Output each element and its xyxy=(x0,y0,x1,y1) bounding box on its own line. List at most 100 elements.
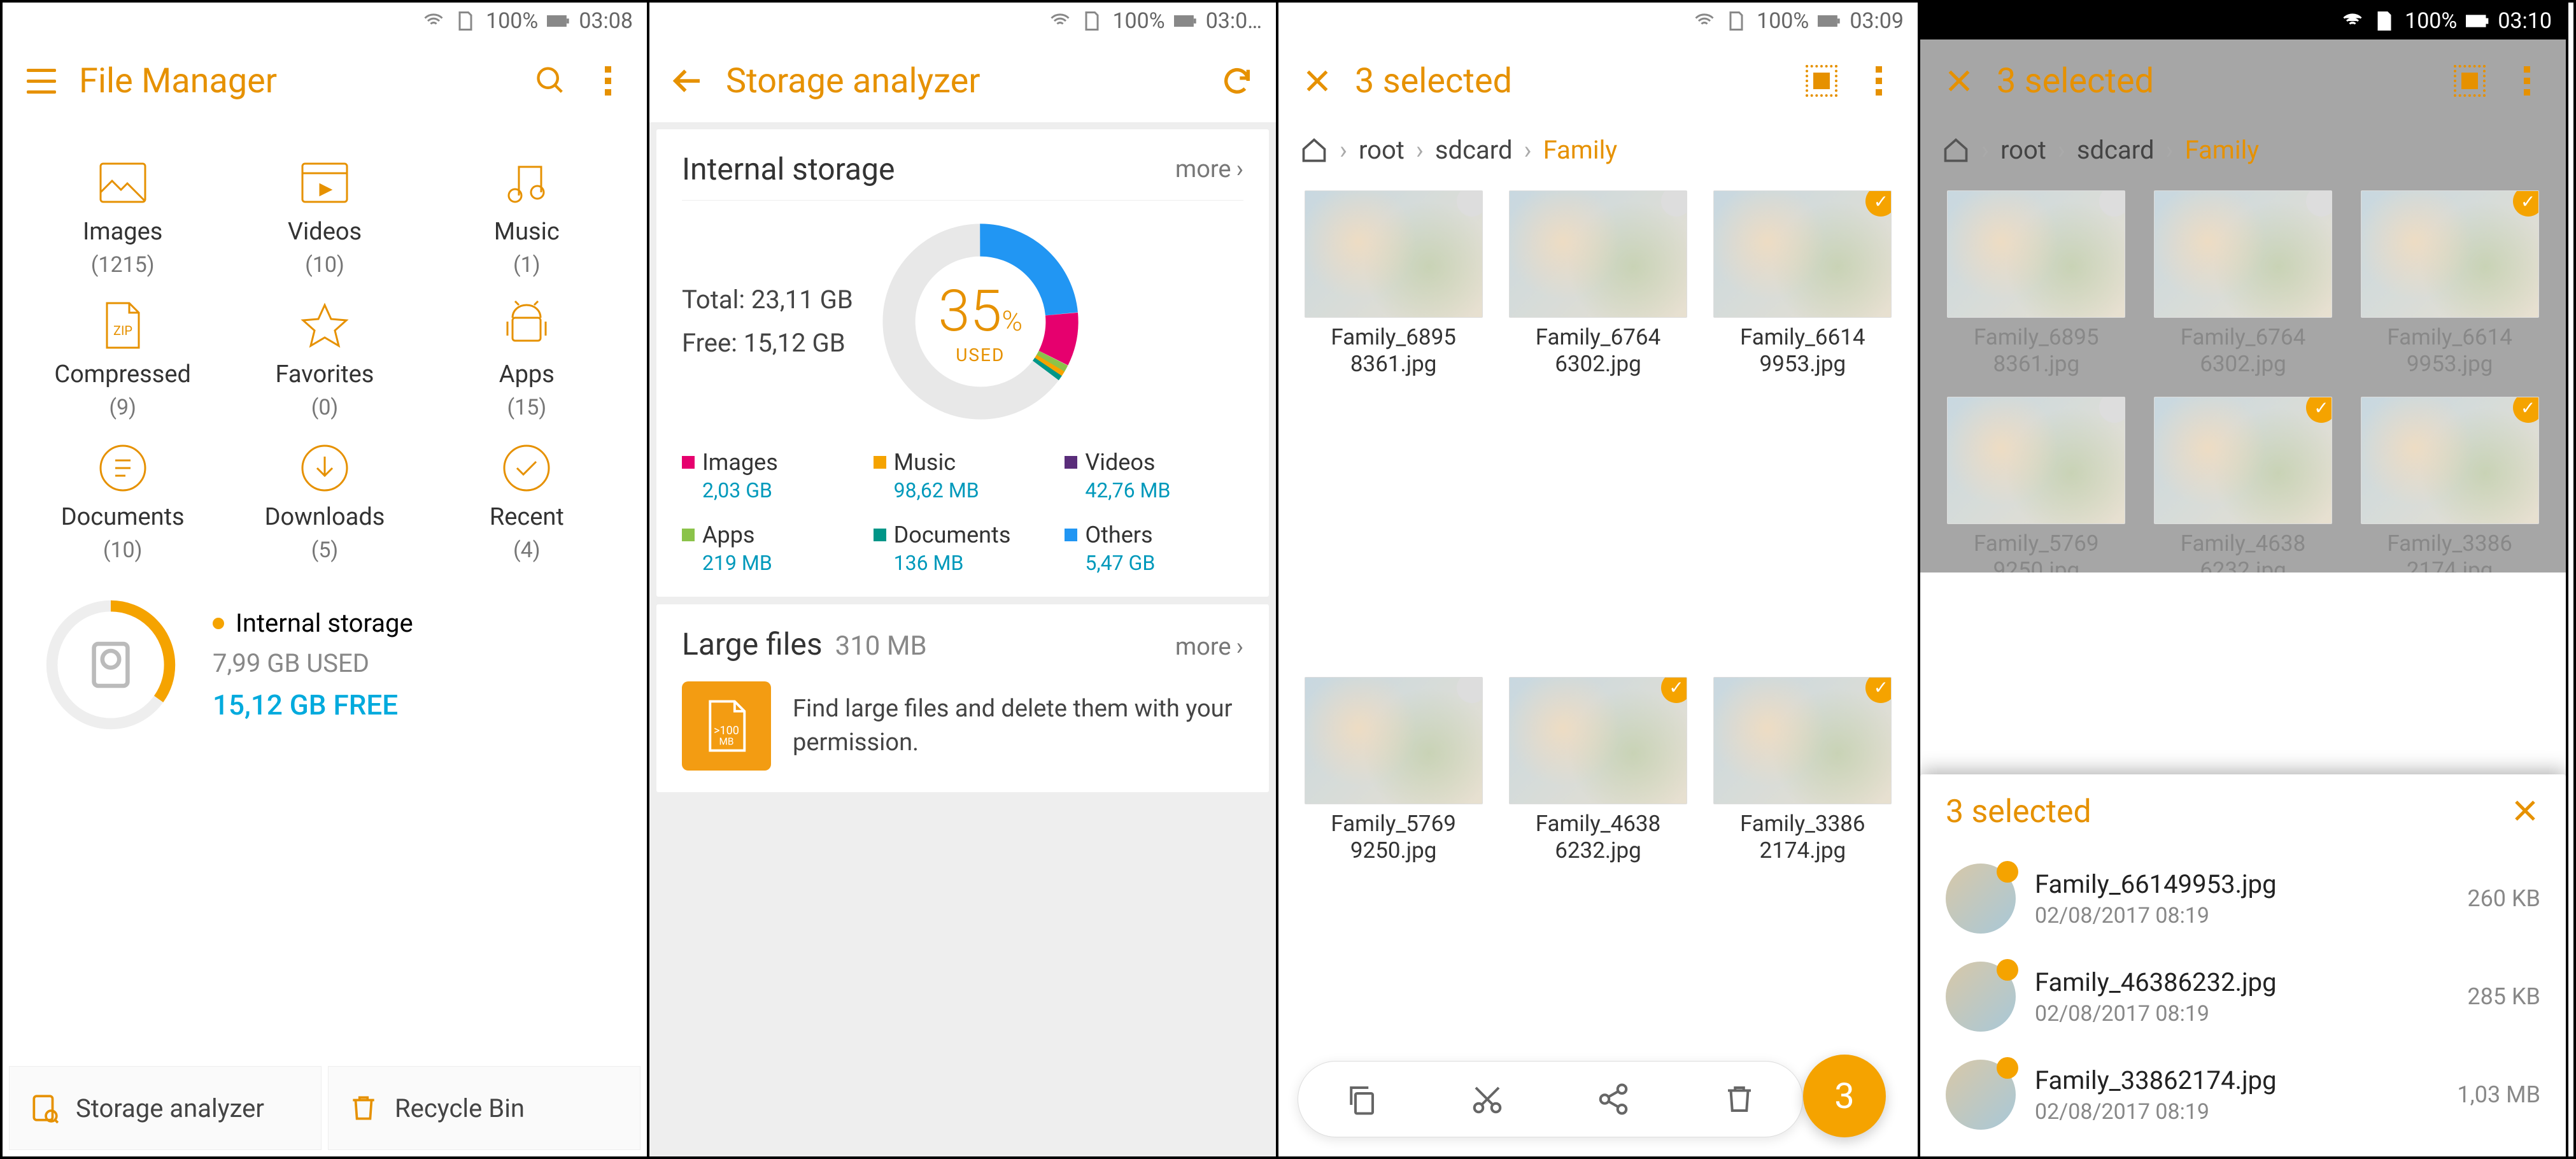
thumbnail-item[interactable]: Family_6764 6302.jpg xyxy=(1502,190,1694,658)
screen-storage-analyzer: 100% 03:0… Storage analyzer Internal sto… xyxy=(649,3,1278,1156)
more-link[interactable]: more› xyxy=(1175,633,1243,661)
refresh-button[interactable] xyxy=(1217,61,1257,101)
thumbnail-image xyxy=(1947,397,2125,524)
category-music[interactable]: Music (1) xyxy=(426,154,628,278)
close-button[interactable] xyxy=(1298,61,1337,101)
screen-file-manager-home: 100% 03:08 File Manager Images (1215) Vi… xyxy=(3,3,649,1156)
selection-check-icon[interactable] xyxy=(2513,397,2539,423)
vertical-dots-icon xyxy=(1876,66,1882,96)
selection-check-icon[interactable] xyxy=(1661,190,1687,217)
share-button[interactable] xyxy=(1594,1080,1632,1118)
selection-check-icon[interactable] xyxy=(2099,190,2125,217)
sheet-item[interactable]: Family_33862174.jpg 02/08/2017 08:19 1,0… xyxy=(1946,1046,2540,1144)
card-internal-storage: Internal storage more› Total: 23,11 GB F… xyxy=(656,129,1270,597)
overflow-button[interactable] xyxy=(2507,61,2547,101)
thumbnail-item[interactable]: Family_4638 6232.jpg xyxy=(2146,397,2340,572)
sheet-filename: Family_46386232.jpg xyxy=(2035,967,2448,997)
close-button[interactable] xyxy=(1939,61,1979,101)
card-large-files[interactable]: Large files310 MB more› >100MB Find larg… xyxy=(656,604,1270,793)
category-recent[interactable]: Recent (4) xyxy=(426,439,628,563)
search-button[interactable] xyxy=(531,61,570,101)
thumbnail-image xyxy=(2154,397,2332,524)
trash-icon xyxy=(1722,1082,1757,1116)
sd-icon xyxy=(454,10,477,32)
sd-icon xyxy=(1080,10,1103,32)
thumbnail-filename: Family_6764 6302.jpg xyxy=(2181,324,2306,378)
select-all-button[interactable] xyxy=(2450,61,2489,101)
selection-check-icon[interactable] xyxy=(1457,190,1483,217)
overflow-button[interactable] xyxy=(588,61,628,101)
sheet-date: 02/08/2017 08:19 xyxy=(2035,903,2448,928)
category-images[interactable]: Images (1215) xyxy=(22,154,223,278)
sheet-item[interactable]: Family_66149953.jpg 02/08/2017 08:19 260… xyxy=(1946,850,2540,948)
selection-check-icon[interactable] xyxy=(1865,190,1892,217)
selection-check-icon[interactable] xyxy=(1865,677,1892,703)
home-icon[interactable] xyxy=(1300,136,1328,164)
refresh-icon xyxy=(1221,64,1254,97)
wifi-icon xyxy=(2341,10,2364,32)
status-bar: 100% 03:10 xyxy=(1920,3,2566,39)
overflow-button[interactable] xyxy=(1859,61,1899,101)
selection-check-icon[interactable] xyxy=(2306,190,2332,217)
selection-check-icon[interactable] xyxy=(2099,397,2125,423)
legend-item: Music98,62 MB xyxy=(874,449,1052,502)
category-downloads[interactable]: Downloads (5) xyxy=(223,439,425,563)
crumb-family[interactable]: Family xyxy=(1543,135,1618,165)
vertical-dots-icon xyxy=(2524,66,2530,96)
images-icon xyxy=(94,154,152,211)
legend: Images2,03 GB Music98,62 MB Videos42,76 … xyxy=(682,449,1243,575)
crumb-sdcard[interactable]: sdcard xyxy=(2077,135,2155,165)
chevron-right-icon: › xyxy=(1340,135,1347,165)
tile-storage-analyzer[interactable]: Storage analyzer xyxy=(9,1066,322,1150)
more-link[interactable]: more› xyxy=(1175,155,1243,183)
clock: 03:09 xyxy=(1850,8,1904,34)
crumb-root[interactable]: root xyxy=(1359,135,1405,165)
thumbnail-item[interactable]: Family_6614 9953.jpg xyxy=(1707,190,1899,658)
sheet-close-button[interactable] xyxy=(2510,795,2540,828)
selection-check-icon[interactable] xyxy=(2306,397,2332,423)
category-apps[interactable]: Apps (15) xyxy=(426,297,628,420)
crumb-root[interactable]: root xyxy=(2000,135,2046,165)
thumbnail-item[interactable]: Family_6614 9953.jpg xyxy=(2353,190,2547,378)
share-icon xyxy=(1596,1082,1631,1116)
app-bar: 3 selected xyxy=(1920,39,2566,122)
selection-check-icon[interactable] xyxy=(2513,190,2539,217)
app-bar: 3 selected xyxy=(1278,39,1918,122)
back-button[interactable] xyxy=(669,61,708,101)
cut-button[interactable] xyxy=(1468,1080,1506,1118)
legend-item: Documents136 MB xyxy=(874,522,1052,575)
usage-donut-chart: 35% USED xyxy=(879,220,1082,423)
delete-button[interactable] xyxy=(1720,1080,1759,1118)
thumbnail-filename: Family_6614 9953.jpg xyxy=(1740,324,1865,378)
sheet-item[interactable]: Family_46386232.jpg 02/08/2017 08:19 285… xyxy=(1946,948,2540,1046)
crumb-family[interactable]: Family xyxy=(2185,135,2260,165)
storage-summary[interactable]: Internal storage 7,99 GB USED 15,12 GB F… xyxy=(3,582,647,748)
thumbnail-image xyxy=(1947,190,2125,318)
select-all-button[interactable] xyxy=(1802,61,1841,101)
category-documents[interactable]: Documents (10) xyxy=(22,439,223,563)
category-favorites[interactable]: Favorites (0) xyxy=(223,297,425,420)
selection-check-icon[interactable] xyxy=(1661,677,1687,703)
wifi-icon xyxy=(1049,10,1072,32)
zip-icon: ZIP xyxy=(94,297,152,354)
category-videos[interactable]: Videos (10) xyxy=(223,154,425,278)
selection-check-icon[interactable] xyxy=(1457,677,1483,703)
tile-recycle-bin[interactable]: Recycle Bin xyxy=(328,1066,640,1150)
chevron-right-icon: › xyxy=(1236,633,1243,661)
crumb-sdcard[interactable]: sdcard xyxy=(1435,135,1513,165)
copy-button[interactable] xyxy=(1342,1080,1380,1118)
menu-button[interactable] xyxy=(22,61,61,101)
thumbnail-item[interactable]: Family_6764 6302.jpg xyxy=(2146,190,2340,378)
selection-fab[interactable]: 3 xyxy=(1803,1055,1886,1137)
breadcrumb: › root › sdcard › Family xyxy=(1920,122,2566,178)
sheet-info: Family_33862174.jpg 02/08/2017 08:19 xyxy=(2035,1065,2438,1125)
category-compressed[interactable]: ZIP Compressed (9) xyxy=(22,297,223,420)
thumbnail-image xyxy=(2154,190,2332,318)
sd-icon xyxy=(1725,10,1748,32)
home-icon[interactable] xyxy=(1942,136,1970,164)
thumbnail-filename: Family_5769 9250.jpg xyxy=(1331,811,1456,864)
thumbnail-item[interactable]: Family_5769 9250.jpg xyxy=(1939,397,2134,572)
thumbnail-item[interactable]: Family_6895 8361.jpg xyxy=(1298,190,1489,658)
thumbnail-item[interactable]: Family_3386 2174.jpg xyxy=(2353,397,2547,572)
thumbnail-item[interactable]: Family_6895 8361.jpg xyxy=(1939,190,2134,378)
